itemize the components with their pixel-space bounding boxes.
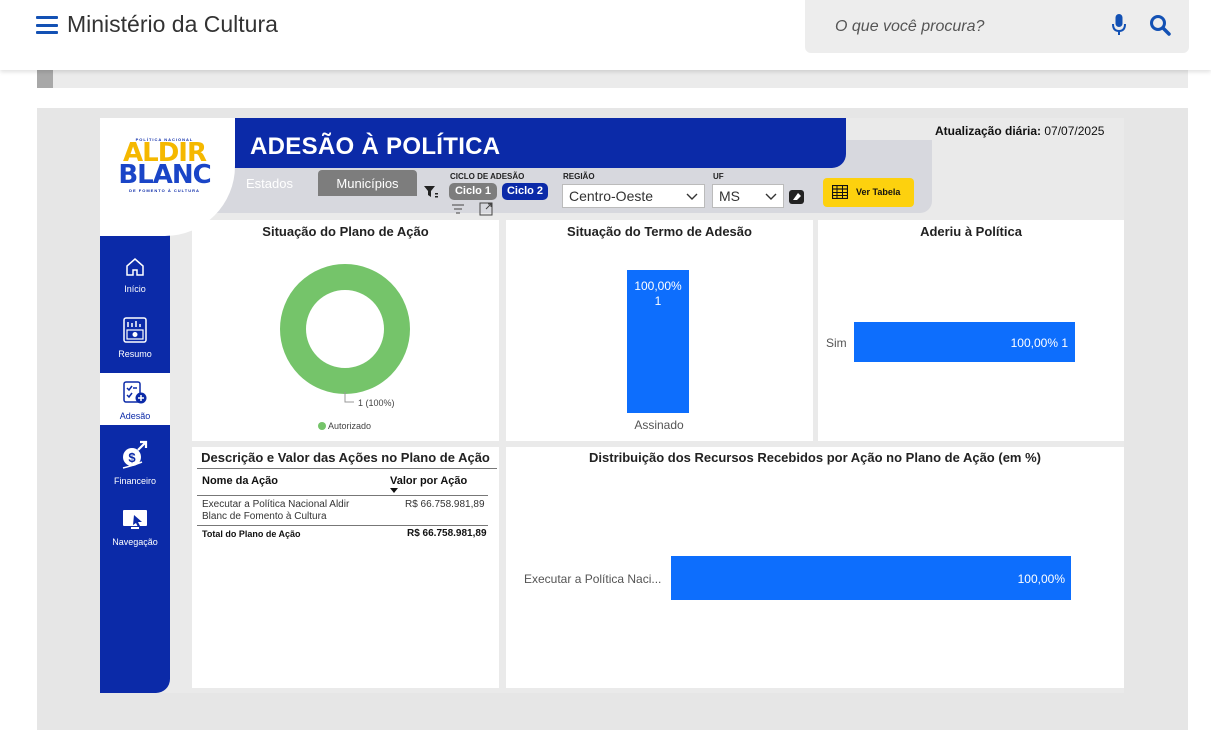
chevron-down-icon [686, 193, 698, 200]
expand-icon[interactable] [479, 202, 493, 216]
checklist-icon [123, 381, 147, 404]
uf-label: UF [713, 172, 724, 181]
search-input[interactable] [835, 14, 1095, 40]
distribuicao-bar-chart: Executar a Política Naci... 100,00% [524, 556, 1071, 600]
nav-adesao-label: Adesão [119, 411, 151, 421]
nav-navegacao[interactable]: Navegação [100, 509, 170, 547]
eraser-icon[interactable] [788, 189, 805, 205]
y-tick-sim: Sim [826, 336, 847, 350]
nav-adesao[interactable]: Adesão [100, 381, 170, 421]
site-title[interactable]: Ministério da Cultura [67, 11, 278, 38]
nav-financeiro[interactable]: $ Financeiro [100, 440, 170, 486]
nav-navegacao-label: Navegação [112, 537, 158, 547]
chart-icon [123, 317, 147, 343]
search-box [805, 0, 1189, 53]
logo-bottom-text: DE FOMENTO À CULTURA [129, 188, 200, 193]
tab-estados[interactable]: Estados [232, 170, 307, 196]
termo-bar-chart: 100,00% 1 Assinado [627, 270, 689, 432]
bar-executar[interactable] [671, 556, 1071, 600]
legend-swatch-autorizado [318, 422, 326, 430]
microphone-icon[interactable] [1112, 14, 1126, 36]
table-icon [832, 185, 848, 199]
uf-value: MS [719, 188, 740, 204]
table-top-rule [197, 468, 497, 469]
monitor-icon [123, 510, 147, 529]
logo-line-blanc: BLANC [117, 162, 212, 188]
panel-tabela-acoes: Descrição e Valor das Ações no Plano de … [192, 447, 499, 688]
logo-blanc-text: BLANC [118, 160, 211, 190]
svg-text:$: $ [128, 450, 136, 465]
filter-lines-icon[interactable] [451, 202, 465, 216]
hamburger-menu-icon[interactable] [36, 16, 58, 34]
chevron-down-icon [765, 193, 777, 200]
regiao-label: REGIÃO [563, 172, 595, 181]
panel-termo-adesao: Situação do Termo de Adesão 100,00% 1 As… [506, 220, 813, 441]
row-nome-line2: Blanc de Fomento à Cultura [202, 511, 327, 522]
panel-plano-acao: Situação do Plano de Ação 1 (100%) Autor… [192, 220, 499, 441]
ciclo-2-button[interactable]: Ciclo 2 [502, 183, 548, 200]
y-tick-executar: Executar a Política Naci... [524, 572, 661, 586]
update-label: Atualização diária: [935, 124, 1042, 138]
panel-distribuicao: Distribuição dos Recursos Recebidos por … [506, 447, 1124, 688]
nav-financeiro-label: Financeiro [113, 476, 157, 486]
money-icon: $ [122, 440, 148, 469]
aderiu-bar-chart: Sim 100,00% 1 [826, 322, 1075, 362]
panel-tabela-title: Descrição e Valor das Ações no Plano de … [201, 450, 490, 465]
donut-slice-autorizado[interactable] [280, 264, 410, 394]
filter-icon[interactable] [424, 185, 438, 199]
nav-resumo-label: Resumo [118, 349, 152, 359]
update-date: 07/07/2025 [1044, 124, 1105, 138]
col-header-valor[interactable]: Valor por Ação [390, 475, 467, 487]
aldir-blanc-logo: POLÍTICA NACIONAL ALDIR BLANC DE FOMENTO… [117, 137, 212, 197]
nav-inicio[interactable]: Início [100, 256, 170, 294]
nav-resumo[interactable]: Resumo [100, 317, 170, 359]
ciclo-1-button[interactable]: Ciclo 1 [449, 183, 497, 200]
search-icon[interactable] [1149, 14, 1171, 36]
tab-municipios[interactable]: Municípios [318, 170, 417, 196]
sort-desc-icon[interactable] [390, 488, 398, 493]
uf-select[interactable]: MS [712, 184, 784, 208]
regiao-value: Centro-Oeste [569, 188, 654, 204]
col-header-nome[interactable]: Nome da Ação [202, 475, 278, 487]
bar-sim-label: 100,00% 1 [1011, 336, 1069, 350]
row-nome-line1: Executar a Política Nacional Aldir [202, 499, 350, 510]
donut-chart: 1 (100%) Autorizado [280, 264, 410, 431]
home-icon [126, 258, 144, 276]
panel-aderiu: Aderiu à Política Sim 100,00% 1 [818, 220, 1124, 441]
bar-executar-label: 100,00% [1018, 572, 1066, 586]
bar-assinado-count: 1 [655, 294, 662, 308]
content-strip [37, 70, 1188, 88]
ciclo-label: CICLO DE ADESÃO [450, 172, 525, 181]
table-total-rule [197, 525, 488, 526]
bar-assinado-percent: 100,00% [634, 279, 682, 293]
site-header: Ministério da Cultura [0, 0, 1211, 70]
regiao-select[interactable]: Centro-Oeste [562, 184, 705, 208]
report-title: ADESÃO À POLÍTICA [250, 133, 501, 160]
total-valor: R$ 66.758.981,89 [407, 528, 487, 539]
ver-tabela-label: Ver Tabela [856, 187, 901, 197]
nav-inicio-label: Início [124, 284, 146, 294]
table-header-rule [197, 495, 488, 496]
total-label: Total do Plano de Ação [202, 529, 301, 539]
x-tick-assinado: Assinado [634, 418, 684, 432]
donut-data-label: 1 (100%) [358, 398, 395, 408]
row-valor: R$ 66.758.981,89 [405, 499, 485, 510]
legend-autorizado[interactable]: Autorizado [328, 421, 371, 431]
strip-marker [37, 70, 53, 88]
ver-tabela-button[interactable]: Ver Tabela [823, 178, 914, 207]
update-info: Atualização diária: 07/07/2025 [935, 124, 1104, 138]
